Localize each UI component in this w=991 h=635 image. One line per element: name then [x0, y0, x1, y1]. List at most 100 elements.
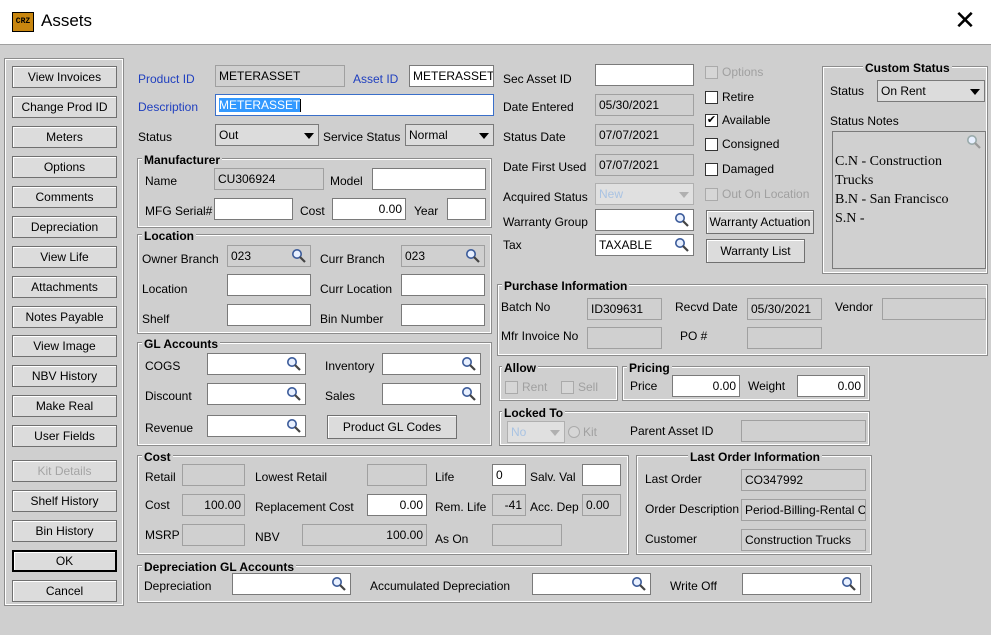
- sidebar-make-real-button[interactable]: Make Real: [12, 395, 117, 417]
- write-off-field[interactable]: [742, 573, 861, 595]
- customer-field[interactable]: Construction Trucks: [741, 529, 866, 551]
- acc-dep-field[interactable]: 0.00: [582, 494, 621, 516]
- sidebar-nbv-history-button[interactable]: NBV History: [12, 365, 117, 387]
- parent-asset-id-field[interactable]: [741, 420, 866, 442]
- sec-asset-id-field[interactable]: [595, 64, 694, 86]
- sidebar-attachments-button[interactable]: Attachments: [12, 276, 117, 298]
- revenue-field[interactable]: [207, 415, 306, 437]
- product-gl-codes-button[interactable]: Product GL Codes: [327, 415, 457, 439]
- date-first-used-field[interactable]: 07/07/2021: [595, 154, 694, 176]
- batch-no-field[interactable]: ID309631: [587, 298, 662, 320]
- curr-branch-field[interactable]: 023: [401, 245, 485, 267]
- accumulated-depreciation-field[interactable]: [532, 573, 651, 595]
- search-icon[interactable]: [286, 386, 302, 402]
- kit-radio[interactable]: [568, 426, 580, 438]
- lowest-retail-field[interactable]: [367, 464, 427, 486]
- retire-checkbox[interactable]: [705, 91, 718, 104]
- sell-checkbox[interactable]: [561, 381, 574, 394]
- description-field[interactable]: METERASSET: [215, 94, 494, 116]
- sales-field[interactable]: [382, 383, 481, 405]
- tax-field[interactable]: TAXABLE: [595, 234, 694, 256]
- warranty-group-field[interactable]: [595, 209, 694, 231]
- warranty-list-button[interactable]: Warranty List: [706, 239, 805, 263]
- retail-field[interactable]: [182, 464, 245, 486]
- price-field[interactable]: 0.00: [672, 375, 740, 397]
- search-icon[interactable]: [331, 576, 347, 592]
- sidebar-options-button[interactable]: Options: [12, 156, 117, 178]
- available-checkbox[interactable]: ✔: [705, 114, 718, 127]
- inventory-field[interactable]: [382, 353, 481, 375]
- replacement-cost-field[interactable]: 0.00: [367, 494, 427, 516]
- search-icon[interactable]: [674, 237, 690, 253]
- sidebar-cancel-button[interactable]: Cancel: [12, 580, 117, 602]
- search-icon[interactable]: [286, 356, 302, 372]
- close-icon[interactable]: ✕: [950, 6, 980, 36]
- last-order-field[interactable]: CO347992: [741, 469, 866, 491]
- sidebar-bin-history-button[interactable]: Bin History: [12, 520, 117, 542]
- consigned-checkbox[interactable]: [705, 138, 718, 151]
- bin-number-field[interactable]: [401, 304, 485, 326]
- acquired-status-dropdown[interactable]: New: [595, 183, 694, 205]
- vendor-field[interactable]: [882, 298, 986, 320]
- mfg-serial-field[interactable]: [214, 198, 293, 220]
- mfr-cost-field[interactable]: 0.00: [332, 198, 406, 220]
- year-field[interactable]: [447, 198, 486, 220]
- custom-status-dropdown[interactable]: On Rent: [877, 80, 985, 102]
- search-icon[interactable]: [674, 212, 690, 228]
- options-checkbox[interactable]: [705, 66, 718, 79]
- rem-life-field[interactable]: -41: [492, 494, 526, 516]
- sidebar-ok-button[interactable]: OK: [12, 550, 117, 572]
- mfr-name-field[interactable]: CU306924: [214, 168, 324, 190]
- damaged-checkbox[interactable]: [705, 163, 718, 176]
- cost-field[interactable]: 100.00: [182, 494, 245, 516]
- discount-field[interactable]: [207, 383, 306, 405]
- as-on-field[interactable]: [492, 524, 562, 546]
- shelf-field[interactable]: [227, 304, 311, 326]
- sidebar-meters-button[interactable]: Meters: [12, 126, 117, 148]
- search-icon[interactable]: [841, 576, 857, 592]
- cogs-field[interactable]: [207, 353, 306, 375]
- location-field[interactable]: [227, 274, 311, 296]
- date-entered-field[interactable]: 05/30/2021: [595, 94, 694, 116]
- sidebar-notes-payable-button[interactable]: Notes Payable: [12, 306, 117, 328]
- product-id-field[interactable]: METERASSET: [215, 65, 345, 87]
- recvd-date-field[interactable]: 05/30/2021: [747, 298, 822, 320]
- mfr-invoice-field[interactable]: [587, 327, 662, 349]
- owner-branch-field[interactable]: 023: [227, 245, 311, 267]
- search-icon[interactable]: [465, 248, 481, 264]
- search-icon[interactable]: [291, 248, 307, 264]
- sidebar-comments-button[interactable]: Comments: [12, 186, 117, 208]
- service-status-dropdown[interactable]: Normal: [405, 124, 494, 146]
- status-notes-field[interactable]: C.N - Construction Trucks B.N - San Fran…: [832, 131, 986, 269]
- sidebar-change-prod-id-button[interactable]: Change Prod ID: [12, 96, 117, 118]
- search-icon[interactable]: [966, 134, 982, 150]
- warranty-actuation-button[interactable]: Warranty Actuation: [706, 210, 814, 234]
- msrp-field[interactable]: [182, 524, 245, 546]
- sidebar-depreciation-button[interactable]: Depreciation: [12, 216, 117, 238]
- asset-id-field[interactable]: METERASSET-: [409, 65, 494, 87]
- search-icon[interactable]: [461, 356, 477, 372]
- search-icon[interactable]: [631, 576, 647, 592]
- search-icon[interactable]: [461, 386, 477, 402]
- sidebar-view-life-button[interactable]: View Life: [12, 246, 117, 268]
- status-dropdown[interactable]: Out: [215, 124, 319, 146]
- locked-to-dropdown[interactable]: No: [507, 421, 565, 443]
- depreciation-field[interactable]: [232, 573, 351, 595]
- sidebar-view-invoices-button[interactable]: View Invoices: [12, 66, 117, 88]
- order-description-field[interactable]: Period-Billing-Rental C: [741, 499, 866, 521]
- out-on-location-checkbox[interactable]: [705, 188, 718, 201]
- sidebar-view-image-button[interactable]: View Image: [12, 335, 117, 357]
- sidebar-user-fields-button[interactable]: User Fields: [12, 425, 117, 447]
- curr-location-field[interactable]: [401, 274, 485, 296]
- weight-field[interactable]: 0.00: [797, 375, 865, 397]
- sidebar-kit-details-button[interactable]: Kit Details: [12, 460, 117, 482]
- rent-checkbox[interactable]: [505, 381, 518, 394]
- po-field[interactable]: [747, 327, 822, 349]
- model-field[interactable]: [372, 168, 486, 190]
- life-field[interactable]: 0: [492, 464, 526, 486]
- nbv-field[interactable]: 100.00: [302, 524, 427, 546]
- status-date-field[interactable]: 07/07/2021: [595, 124, 694, 146]
- sidebar-shelf-history-button[interactable]: Shelf History: [12, 490, 117, 512]
- search-icon[interactable]: [286, 418, 302, 434]
- salv-val-field[interactable]: [582, 464, 621, 486]
